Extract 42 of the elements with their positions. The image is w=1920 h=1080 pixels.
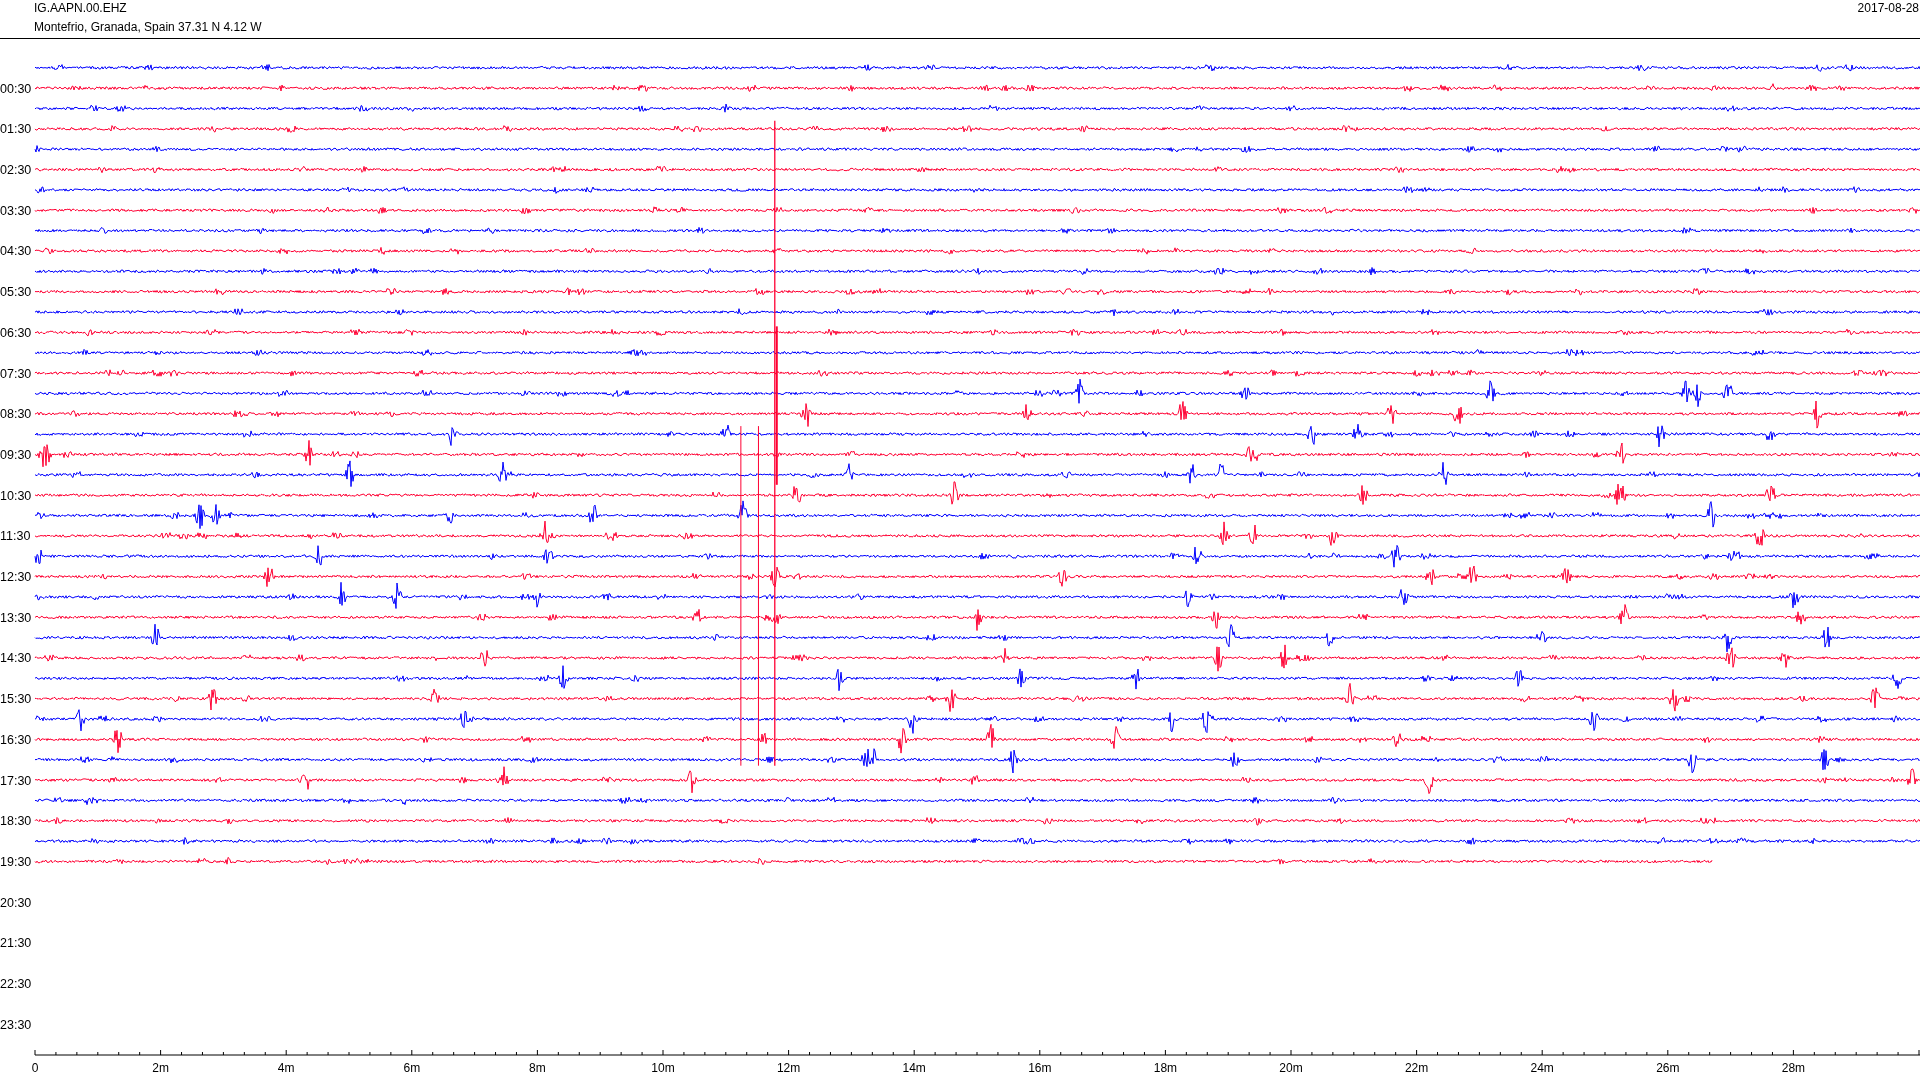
hour-label: 14:30 (0, 651, 32, 666)
hour-label: 00:30 (0, 81, 32, 96)
hour-label: 08:30 (0, 407, 32, 422)
hour-label: 15:30 (0, 692, 32, 707)
hour-label: 01:30 (0, 122, 32, 137)
hour-label: 11:30 (0, 529, 31, 544)
hour-label: 03:30 (0, 203, 32, 218)
hour-label: 18:30 (0, 814, 32, 829)
hour-label: 04:30 (0, 244, 32, 259)
time-tick-label: 18m (1153, 1061, 1178, 1075)
time-tick-label: 22m (1404, 1061, 1429, 1075)
hour-label: 23:30 (0, 1017, 32, 1032)
time-tick-label: 4m (277, 1061, 295, 1075)
time-tick-label: 20m (1279, 1061, 1303, 1075)
station-location: Montefrio, Granada, Spain 37.31 N 4.12 W (34, 20, 262, 34)
hour-label: 06:30 (0, 325, 32, 340)
station-code: IG.AAPN.00.EHZ (34, 1, 128, 15)
hour-label: 10:30 (0, 488, 32, 503)
hour-label: 21:30 (0, 936, 32, 951)
date-label: 2017-08-28 (1857, 1, 1920, 15)
time-tick-label: 14m (902, 1061, 926, 1075)
hour-label: 09:30 (0, 447, 32, 462)
time-tick-label: 6m (403, 1061, 421, 1075)
time-tick-label: 26m (1656, 1061, 1680, 1075)
time-tick-label: 0 (31, 1061, 39, 1075)
time-tick-label: 28m (1781, 1061, 1806, 1075)
time-tick-label: 12m (776, 1061, 801, 1075)
hour-label: 16:30 (0, 732, 32, 747)
hour-label: 05:30 (0, 285, 32, 300)
hour-label: 20:30 (0, 895, 32, 910)
hour-label: 07:30 (0, 366, 32, 381)
time-tick-label: 10m (651, 1061, 675, 1075)
time-tick-label: 24m (1530, 1061, 1554, 1075)
hour-label: 13:30 (0, 610, 32, 625)
hour-label: 19:30 (0, 854, 32, 869)
hour-label: 02:30 (0, 163, 32, 178)
hour-label: 17:30 (0, 773, 32, 788)
time-tick-label: 2m (152, 1061, 169, 1075)
time-tick-label: 16m (1028, 1061, 1052, 1075)
time-tick-label: 8m (529, 1061, 546, 1075)
hour-label: 12:30 (0, 570, 32, 585)
hour-label: 22:30 (0, 977, 32, 992)
